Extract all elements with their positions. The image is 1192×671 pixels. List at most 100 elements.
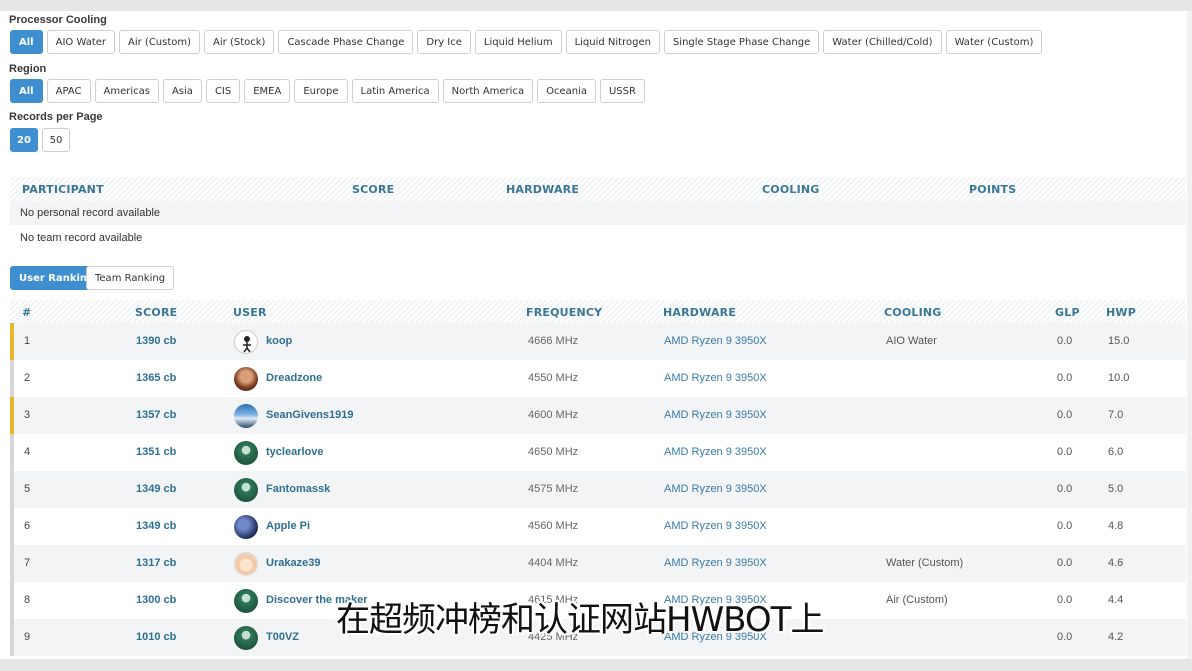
col-hardware: HARDWARE (663, 306, 737, 319)
glp-cell: 0.0 (1057, 409, 1073, 421)
table-row[interactable]: 2 1365 cb Dreadzone 4550 MHz AMD Ryzen 9… (10, 360, 1186, 397)
avatar[interactable] (234, 330, 258, 354)
region-option-oceania[interactable]: Oceania (537, 79, 596, 103)
cooling-option-air-custom[interactable]: Air (Custom) (119, 30, 201, 54)
cooling-option-cascade[interactable]: Cascade Phase Change (278, 30, 414, 54)
avatar[interactable] (234, 589, 258, 613)
records-option-20[interactable]: 20 (10, 128, 38, 152)
table-row[interactable]: 5 1349 cb Fantomassk 4575 MHz AMD Ryzen … (10, 471, 1186, 508)
col-cooling: COOLING (884, 306, 942, 319)
cooling-option-liquid-nitrogen[interactable]: Liquid Nitrogen (565, 30, 660, 54)
cooling-option-aio-water[interactable]: AIO Water (46, 30, 116, 54)
cooling-option-water-custom[interactable]: Water (Custom) (945, 30, 1043, 54)
hwp-cell: 4.8 (1108, 520, 1124, 532)
avatar[interactable] (234, 626, 258, 650)
user-link[interactable]: SeanGivens1919 (266, 409, 353, 421)
table-row[interactable]: 3 1357 cb SeanGivens1919 4600 MHz AMD Ry… (10, 397, 1186, 434)
hardware-link[interactable]: AMD Ryzen 9 3950X (664, 446, 767, 458)
region-option-latin-america[interactable]: Latin America (351, 79, 439, 103)
cooling-option-liquid-helium[interactable]: Liquid Helium (474, 30, 562, 54)
score-link[interactable]: 1351 cb (136, 446, 176, 458)
region-option-americas[interactable]: Americas (94, 79, 159, 103)
region-option-asia[interactable]: Asia (162, 79, 202, 103)
region-option-emea[interactable]: EMEA (244, 79, 291, 103)
frequency-cell: 4600 MHz (528, 409, 579, 421)
user-link[interactable]: Dreadzone (266, 372, 322, 384)
region-option-north-america[interactable]: North America (442, 79, 534, 103)
table-row[interactable]: 4 1351 cb tyclearlove 4650 MHz AMD Ryzen… (10, 434, 1186, 471)
region-option-cis[interactable]: CIS (205, 79, 241, 103)
cooling-option-dry-ice[interactable]: Dry Ice (417, 30, 471, 54)
user-link[interactable]: T00VZ (266, 631, 299, 643)
rank-cell: 4 (24, 446, 31, 458)
frequency-cell: 4666 MHz (528, 335, 579, 347)
avatar[interactable] (234, 441, 258, 465)
glp-cell: 0.0 (1057, 631, 1073, 643)
region-option-all[interactable]: All (10, 79, 43, 103)
user-link[interactable]: Fantomassk (266, 483, 330, 495)
score-link[interactable]: 1010 cb (136, 631, 176, 643)
rank-indicator (10, 508, 14, 545)
cooling-option-air-stock[interactable]: Air (Stock) (204, 30, 275, 54)
avatar[interactable] (234, 404, 258, 428)
col-glp: GLP (1055, 306, 1080, 319)
glp-cell: 0.0 (1057, 446, 1073, 458)
hardware-link[interactable]: AMD Ryzen 9 3950X (664, 520, 767, 532)
col-score: SCORE (352, 183, 395, 196)
avatar[interactable] (234, 515, 258, 539)
user-link[interactable]: koop (266, 335, 292, 347)
score-link[interactable]: 1349 cb (136, 520, 176, 532)
user-link[interactable]: Apple Pi (266, 520, 310, 532)
user-link[interactable]: tyclearlove (266, 446, 323, 458)
records-option-50[interactable]: 50 (42, 128, 70, 152)
col-score: SCORE (135, 306, 178, 319)
region-option-europe[interactable]: Europe (294, 79, 348, 103)
hwp-cell: 4.4 (1108, 594, 1124, 606)
frequency-cell: 4550 MHz (528, 372, 579, 384)
tab-team-ranking[interactable]: Team Ranking (86, 266, 175, 290)
cooling-cell: AIO Water (886, 335, 937, 347)
cooling-option-all[interactable]: All (10, 30, 43, 54)
col-hardware: HARDWARE (506, 183, 580, 196)
user-link[interactable]: Urakaze39 (266, 557, 320, 569)
avatar[interactable] (234, 478, 258, 502)
score-link[interactable]: 1349 cb (136, 483, 176, 495)
rank-cell: 6 (24, 520, 31, 532)
region-option-apac[interactable]: APAC (46, 79, 91, 103)
hardware-link[interactable]: AMD Ryzen 9 3950X (664, 372, 767, 384)
table-row[interactable]: 7 1317 cb Urakaze39 4404 MHz AMD Ryzen 9… (10, 545, 1186, 582)
rank-indicator (10, 545, 14, 582)
region-option-ussr[interactable]: USSR (599, 79, 645, 103)
col-cooling: COOLING (762, 183, 820, 196)
cooling-option-water-chilled[interactable]: Water (Chilled/Cold) (823, 30, 942, 54)
col-points: POINTS (969, 183, 1017, 196)
processor-cooling-filter: All AIO Water Air (Custom) Air (Stock) C… (10, 30, 1043, 54)
personal-table-header: PARTICIPANT SCORE HARDWARE COOLING POINT… (10, 177, 1186, 202)
hardware-link[interactable]: AMD Ryzen 9 3950X (664, 409, 767, 421)
cooling-option-single-stage[interactable]: Single Stage Phase Change (663, 30, 820, 54)
glp-cell: 0.0 (1057, 483, 1073, 495)
rank-cell: 9 (24, 631, 31, 643)
rank-cell: 8 (24, 594, 31, 606)
hardware-link[interactable]: AMD Ryzen 9 3950X (664, 557, 767, 569)
ranking-table-header: # SCORE USER FREQUENCY HARDWARE COOLING … (10, 300, 1186, 325)
avatar[interactable] (234, 367, 258, 391)
glp-cell: 0.0 (1057, 520, 1073, 532)
score-link[interactable]: 1365 cb (136, 372, 176, 384)
hardware-link[interactable]: AMD Ryzen 9 3950X (664, 335, 767, 347)
avatar[interactable] (234, 552, 258, 576)
score-link[interactable]: 1317 cb (136, 557, 176, 569)
col-user: USER (233, 306, 267, 319)
no-personal-record: No personal record available (20, 207, 161, 219)
region-filter: All APAC Americas Asia CIS EMEA Europe L… (10, 79, 645, 103)
score-link[interactable]: 1390 cb (136, 335, 176, 347)
rank-indicator (10, 471, 14, 508)
hardware-link[interactable]: AMD Ryzen 9 3950X (664, 483, 767, 495)
table-row[interactable]: 1 1390 cb koop 4666 MHz AMD Ryzen 9 3950… (10, 323, 1186, 360)
rank-indicator (10, 619, 14, 656)
table-row[interactable]: 6 1349 cb Apple Pi 4560 MHz AMD Ryzen 9 … (10, 508, 1186, 545)
score-link[interactable]: 1357 cb (136, 409, 176, 421)
records-per-page-filter: 20 50 (10, 128, 70, 152)
score-link[interactable]: 1300 cb (136, 594, 176, 606)
rank-indicator (10, 323, 14, 360)
